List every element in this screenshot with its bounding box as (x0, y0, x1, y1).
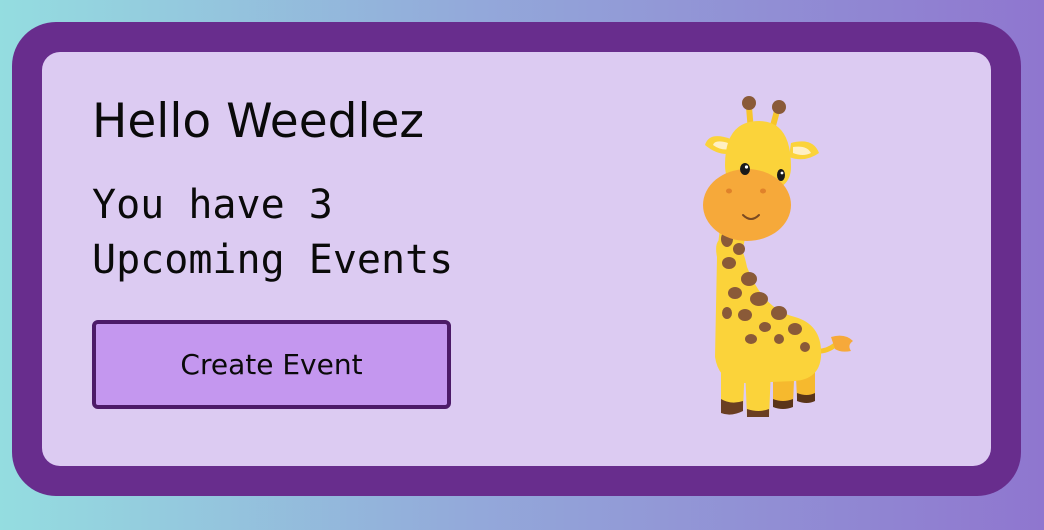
welcome-card-frame: Hello Weedlez You have 3 Upcoming Events… (12, 22, 1021, 496)
upcoming-events-summary: You have 3 Upcoming Events (92, 182, 454, 283)
greeting-heading: Hello Weedlez (92, 94, 425, 149)
create-event-button[interactable]: Create Event (92, 320, 451, 409)
welcome-card: Hello Weedlez You have 3 Upcoming Events… (42, 52, 991, 466)
giraffe-illustration-icon (703, 96, 853, 417)
